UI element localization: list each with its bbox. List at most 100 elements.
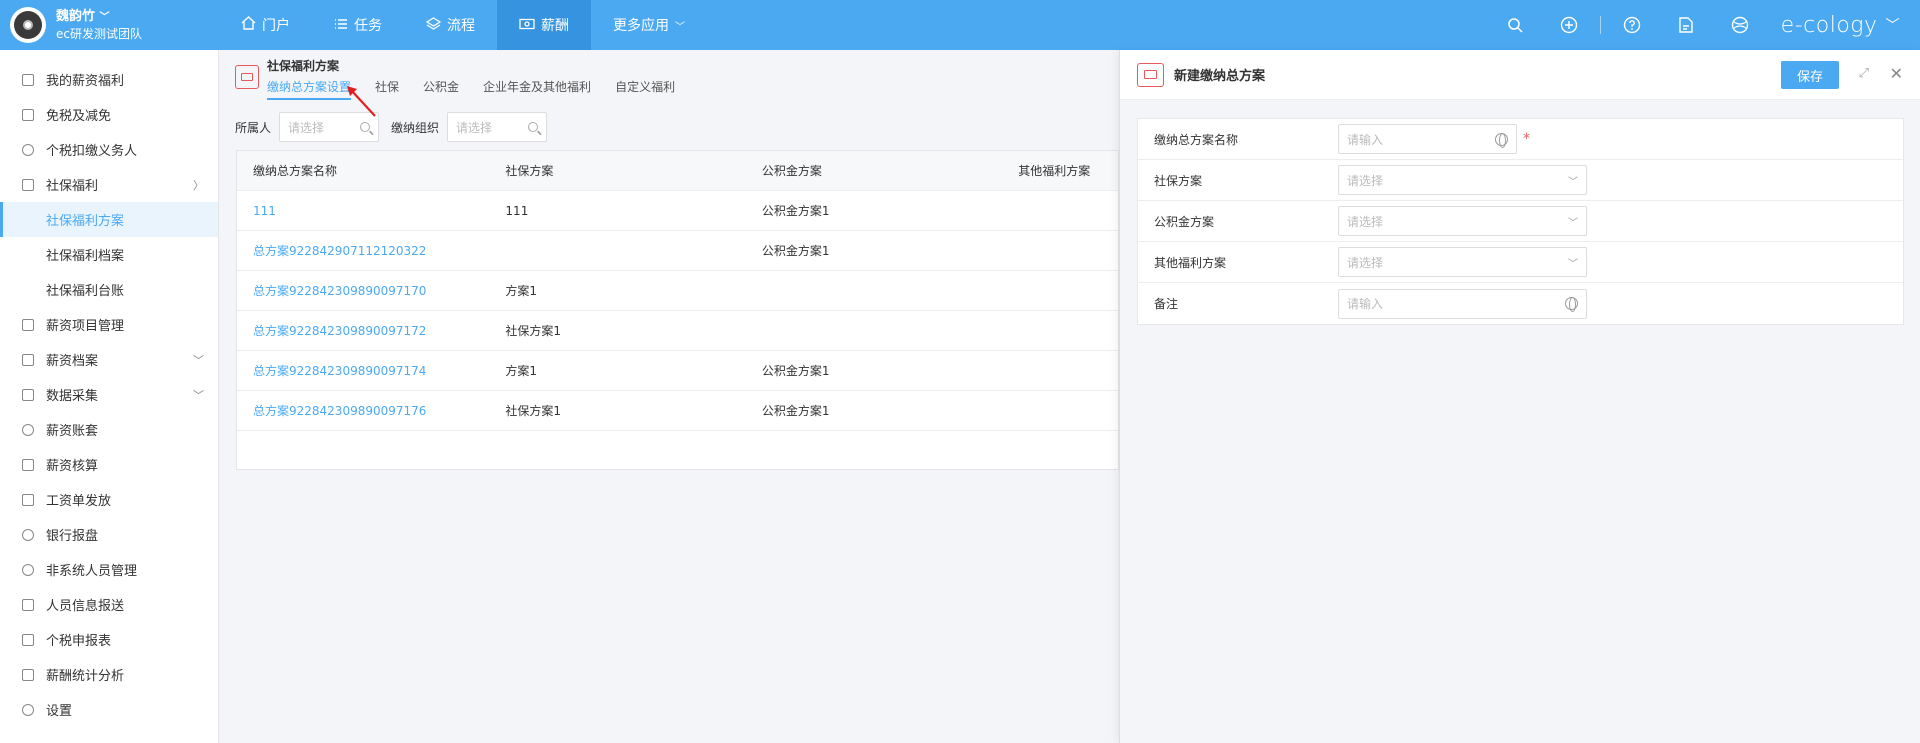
plan-table: 缴纳总方案名称 社保方案 公积金方案 其他福利方案 111 111 公积金方案1… — [236, 150, 1119, 470]
search-icon[interactable] — [528, 122, 539, 132]
column-header[interactable]: 公积金方案 — [746, 162, 1002, 179]
sidebar-item-info-report[interactable]: 人员信息报送 — [0, 587, 218, 622]
sidebar-item-my-salary[interactable]: 我的薪资福利 — [0, 62, 218, 97]
field-label: 备注 — [1154, 297, 1179, 311]
at-icon — [22, 528, 34, 541]
nav-tasks[interactable]: 任务 — [312, 0, 404, 50]
form-row: 缴纳总方案名称 请输入 * — [1138, 119, 1903, 160]
plan-name-link[interactable]: 总方案922842309890097172 — [237, 322, 489, 339]
tab-social-security[interactable]: 社保 — [375, 78, 399, 100]
chevron-down-icon: ﹀ — [193, 353, 204, 367]
globe-icon[interactable] — [1565, 297, 1578, 312]
nav-salary[interactable]: 薪酬 — [497, 0, 591, 50]
table-row: 总方案922842309890097174 方案1 公积金方案1 — [237, 351, 1118, 391]
brand-menu[interactable]: e-cology ﹀ — [1781, 13, 1900, 38]
tab-plan-settings[interactable]: 缴纳总方案设置 — [267, 78, 352, 100]
sidebar-item-data-collection[interactable]: 数据采集 ﹀ — [0, 377, 218, 412]
remark-input[interactable]: 请输入 — [1338, 288, 1587, 319]
page-title: 社保福利方案 — [267, 59, 340, 73]
chevron-down-icon: ﹀ — [99, 11, 110, 23]
person-icon — [22, 143, 34, 156]
nav-more-apps[interactable]: 更多应用 ﹀ — [591, 0, 707, 50]
sidebar-item-label: 设置 — [46, 704, 73, 719]
sidebar-item-salary-calc[interactable]: 薪资核算 — [0, 447, 218, 482]
theme-icon[interactable] — [1726, 11, 1754, 39]
org-select[interactable]: 请选择 — [447, 112, 548, 142]
help-icon[interactable] — [1618, 11, 1646, 39]
plan-name-link[interactable]: 111 — [237, 204, 489, 218]
chevron-down-icon: ﹀ — [675, 21, 685, 33]
plan-name-input[interactable]: 请输入 — [1338, 124, 1517, 154]
expand-icon[interactable]: ⤢ — [1859, 66, 1869, 81]
home-icon — [241, 16, 256, 34]
sidebar-item-label: 数据采集 — [46, 389, 99, 404]
sidebar-item-label: 免税及减免 — [46, 109, 112, 124]
search-icon[interactable] — [1501, 11, 1529, 39]
close-icon[interactable]: ✕ — [1890, 64, 1903, 83]
report-icon[interactable] — [1672, 11, 1700, 39]
sidebar-item-statistics[interactable]: 薪酬统计分析 — [0, 657, 218, 692]
calculator-icon — [22, 458, 34, 471]
user-icon — [22, 563, 34, 576]
settings-icon — [22, 703, 34, 716]
table-cell: 社保方案1 — [505, 404, 562, 418]
plan-name-link[interactable]: 总方案922842309890097176 — [237, 402, 489, 419]
tab-annuity[interactable]: 企业年金及其他福利 — [483, 78, 591, 100]
sidebar-item-salary-archive[interactable]: 薪资档案 ﹀ — [0, 342, 218, 377]
plan-name-link[interactable]: 总方案922842907112120322 — [237, 242, 489, 259]
tab-housing-fund[interactable]: 公积金 — [423, 78, 459, 100]
other-welfare-select[interactable]: 请选择 ﹀ — [1338, 247, 1587, 277]
select-placeholder: 请选择 — [1347, 173, 1384, 188]
sidebar-item-tax-report[interactable]: 个税申报表 — [0, 622, 218, 657]
sidebar-item-settings[interactable]: 设置 — [0, 692, 218, 727]
user-menu[interactable]: 魏韵竹 ﹀ ec研发测试团队 — [0, 0, 219, 50]
social-plan-select[interactable]: 请选择 ﹀ — [1338, 165, 1587, 195]
column-header[interactable]: 缴纳总方案名称 — [237, 162, 489, 179]
table-cell: 公积金方案1 — [761, 204, 830, 218]
sidebar-item-payslip[interactable]: 工资单发放 — [0, 482, 218, 517]
nav-workflow-label: 流程 — [447, 18, 475, 34]
save-button[interactable]: 保存 — [1781, 61, 1839, 89]
column-header[interactable]: 社保方案 — [489, 162, 745, 179]
id-card-icon — [22, 598, 34, 611]
sidebar-item-tax-exempt[interactable]: 免税及减免 — [0, 97, 218, 132]
column-header[interactable]: 其他福利方案 — [1002, 162, 1118, 179]
wallet-icon — [22, 73, 34, 86]
sidebar-item-withholding-agent[interactable]: 个税扣缴义务人 — [0, 132, 218, 167]
nav-tasks-label: 任务 — [354, 18, 382, 34]
money-icon — [235, 65, 259, 89]
input-placeholder: 请输入 — [1347, 297, 1384, 311]
sidebar-item-label: 薪酬统计分析 — [46, 669, 125, 684]
sidebar-item-label: 人员信息报送 — [46, 599, 125, 614]
nav-salary-label: 薪酬 — [541, 18, 569, 34]
tab-custom-welfare[interactable]: 自定义福利 — [615, 78, 675, 100]
sidebar-item-label: 个税申报表 — [46, 634, 112, 649]
send-icon — [22, 493, 34, 506]
table-header: 缴纳总方案名称 社保方案 公积金方案 其他福利方案 — [237, 151, 1118, 191]
chevron-right-icon: 〉 — [193, 178, 204, 192]
add-icon[interactable] — [1555, 11, 1583, 39]
avatar[interactable] — [10, 7, 46, 43]
sidebar-item-salary-items[interactable]: 薪资项目管理 — [0, 307, 218, 342]
field-label: 社保方案 — [1154, 173, 1203, 188]
sidebar-item-label: 薪资核算 — [46, 459, 99, 474]
search-icon[interactable] — [360, 122, 371, 132]
sidebar-item-bank-report[interactable]: 银行报盘 — [0, 517, 218, 552]
database-icon — [22, 388, 34, 401]
plan-name-link[interactable]: 总方案922842309890097174 — [237, 362, 489, 379]
sidebar-item-salary-set[interactable]: 薪资账套 — [0, 412, 218, 447]
sidebar-item-non-system-staff[interactable]: 非系统人员管理 — [0, 552, 218, 587]
plan-name-link[interactable]: 总方案922842309890097170 — [237, 282, 489, 299]
sidebar: 我的薪资福利 免税及减免 个税扣缴义务人 社保福利 〉 社保福利方案 社保福利档案… — [0, 50, 219, 743]
sidebar-item-social-welfare[interactable]: 社保福利 〉 — [0, 167, 218, 202]
required-marker: * — [1523, 131, 1530, 147]
housing-fund-select[interactable]: 请选择 ﹀ — [1338, 206, 1587, 236]
table-row: 总方案922842309890097172 社保方案1 — [237, 311, 1118, 351]
nav-portal[interactable]: 门户 — [219, 0, 312, 50]
globe-icon[interactable] — [1495, 132, 1508, 148]
shield-icon — [22, 178, 34, 191]
nav-workflow[interactable]: 流程 — [404, 0, 497, 50]
sidebar-item-welfare-ledger[interactable]: 社保福利台账 — [0, 272, 218, 307]
sidebar-item-welfare-plan[interactable]: 社保福利方案 — [0, 202, 218, 237]
sidebar-item-welfare-archive[interactable]: 社保福利档案 — [0, 237, 218, 272]
